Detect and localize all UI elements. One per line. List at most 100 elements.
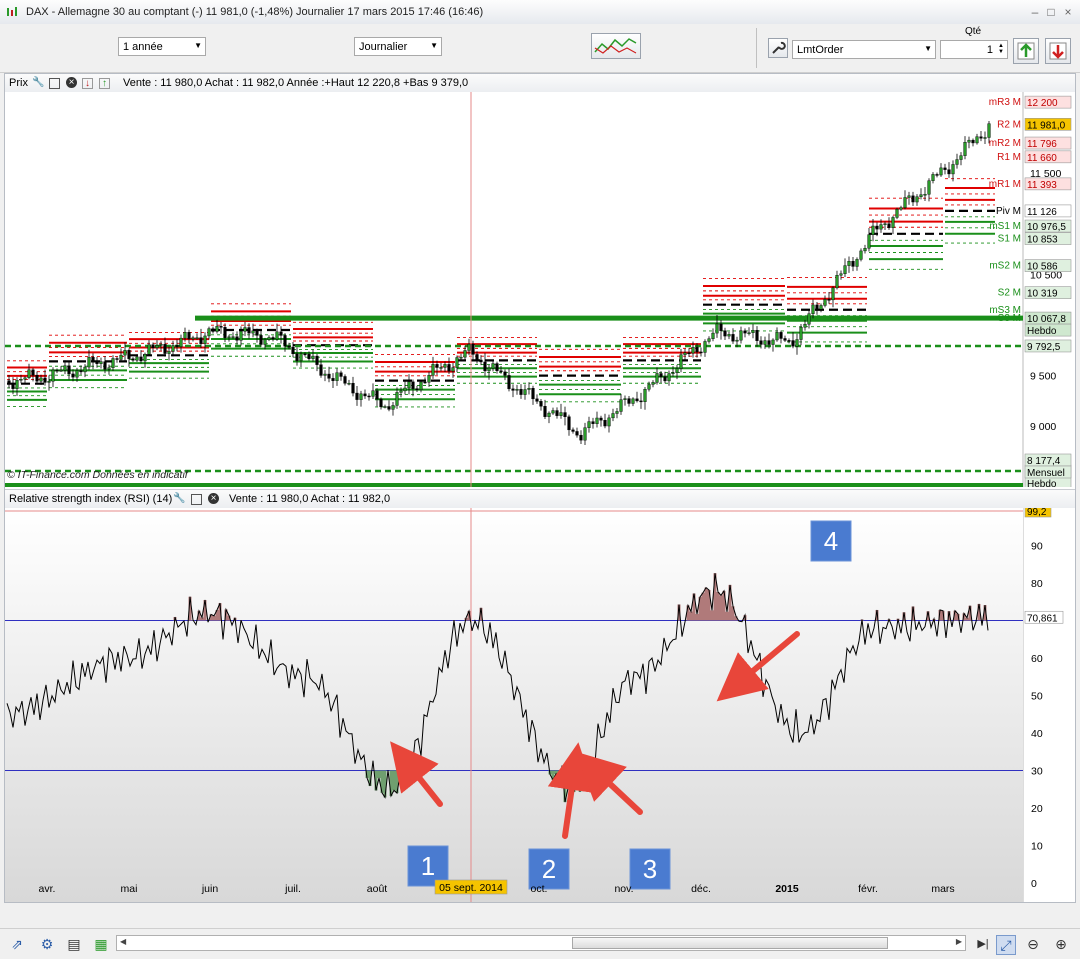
- candle-body: [320, 365, 323, 376]
- candle-body: [896, 209, 899, 217]
- candle-body: [156, 345, 159, 347]
- quantity-stepper[interactable]: 1▲▼: [940, 40, 1008, 59]
- candle-body: [232, 337, 235, 338]
- window-icon[interactable]: [49, 78, 60, 89]
- candle-body: [376, 391, 379, 399]
- candle-body: [912, 196, 915, 202]
- interval-dropdown[interactable]: Journalier▼: [354, 37, 442, 56]
- wrench-icon[interactable]: 🔧: [32, 77, 43, 88]
- time-axis-label: févr.: [858, 883, 878, 895]
- sell-button[interactable]: [1045, 38, 1071, 64]
- candle-body: [604, 420, 607, 426]
- window-title: DAX - Allemagne 30 au comptant (-) 11 98…: [26, 6, 483, 18]
- candle-body: [44, 378, 47, 382]
- price-axis-tick: 9 500: [1030, 371, 1056, 383]
- candle-body: [792, 341, 795, 347]
- candle-body: [480, 360, 483, 362]
- candle-body: [168, 351, 171, 353]
- scroll-right-icon[interactable]: ▶: [956, 937, 962, 946]
- candle-body: [676, 369, 679, 373]
- stepper-icon[interactable]: ▲▼: [998, 43, 1004, 55]
- rsi-axis-tick: 40: [1031, 728, 1043, 740]
- rsi-axis-tick: 0: [1031, 878, 1037, 890]
- candle-body: [316, 356, 319, 365]
- candle-body: [560, 413, 563, 416]
- candle-body: [92, 357, 95, 361]
- grid-icon[interactable]: ▦: [92, 935, 110, 953]
- export-icon[interactable]: ⇗: [8, 935, 26, 953]
- window-icon[interactable]: [191, 494, 202, 505]
- level-name-label: mR1 M: [989, 179, 1021, 190]
- value-box-label: 11 796: [1027, 139, 1057, 150]
- candle-body: [292, 347, 295, 354]
- chart-style-button[interactable]: [591, 33, 641, 59]
- oversold-zone: [393, 771, 396, 791]
- level-name-label: mR3 M: [989, 97, 1021, 108]
- price-value-box: 11 393: [1025, 178, 1071, 191]
- candle-body: [60, 370, 63, 371]
- zoom-out-icon[interactable]: ⊖: [1024, 935, 1042, 953]
- candle-body: [280, 332, 283, 336]
- rsi-chart[interactable]: 9080605040302010099,270,8611234avr.maiju…: [5, 508, 1075, 903]
- buy-arrow-icon: [1014, 39, 1038, 63]
- candle-body: [528, 388, 531, 389]
- candle-body: [324, 374, 327, 375]
- candle-body: [620, 400, 623, 412]
- candle-body: [872, 226, 875, 235]
- order-type-dropdown[interactable]: LmtOrder▼: [792, 40, 936, 59]
- value-box-label: 9 792,5: [1027, 342, 1061, 353]
- candle-body: [724, 331, 727, 336]
- rsi-current-label: 70,861: [1027, 613, 1058, 624]
- gear-icon[interactable]: ⚙: [38, 935, 56, 953]
- rsi-axis-tick: 10: [1031, 841, 1043, 853]
- crosshair-date-label: 05 sept. 2014: [439, 882, 503, 894]
- close-panel-icon[interactable]: ×: [208, 493, 219, 504]
- chart-window[interactable]: Prix 🔧 × ↓ ↑ Vente : 11 980,0 Achat : 11…: [4, 73, 1076, 903]
- scroll-left-icon[interactable]: ◀: [120, 937, 126, 946]
- candle-body: [420, 382, 423, 390]
- wrench-icon[interactable]: 🔧: [173, 493, 184, 504]
- candle-body: [748, 333, 751, 334]
- wrench-icon: [769, 39, 787, 57]
- candle-body: [336, 373, 339, 381]
- minimize-icon[interactable]: –: [1028, 6, 1042, 18]
- time-scrollbar[interactable]: ◀ ▶: [116, 935, 966, 951]
- end-icon[interactable]: ▶|: [974, 935, 992, 953]
- candle-body: [936, 174, 939, 175]
- candle-body: [796, 340, 799, 347]
- price-chart[interactable]: © IT-Finance.com Données en indicatif11 …: [5, 92, 1075, 487]
- order-settings-button[interactable]: [768, 38, 788, 58]
- list-icon[interactable]: ▤: [65, 935, 83, 953]
- move-up-icon[interactable]: ↑: [99, 78, 110, 89]
- level-name-label: S2 M: [998, 288, 1021, 299]
- candle-body: [556, 411, 559, 416]
- maximize-icon[interactable]: □: [1044, 6, 1058, 18]
- candle-body: [972, 140, 975, 143]
- zoom-fit-icon[interactable]: ⤢: [996, 935, 1016, 955]
- price-value-box: 11 981,0: [1025, 118, 1071, 131]
- candle-body: [188, 332, 191, 339]
- candle-body: [948, 170, 951, 174]
- period-dropdown[interactable]: 1 année▼: [118, 37, 206, 56]
- candle-body: [144, 354, 147, 361]
- scroll-thumb[interactable]: [572, 937, 888, 949]
- candle-body: [56, 370, 59, 371]
- buy-button[interactable]: [1013, 38, 1039, 64]
- candle-body: [844, 266, 847, 274]
- candle-body: [308, 354, 311, 359]
- candle-body: [184, 332, 187, 338]
- rsi-panel-header: Relative strength index (RSI) (14) 🔧 × V…: [5, 489, 1075, 509]
- candle-body: [916, 197, 919, 202]
- candle-body: [532, 388, 535, 399]
- value-box-label: 10 976,5: [1027, 222, 1066, 233]
- candle-body: [944, 168, 947, 170]
- candle-body: [100, 362, 103, 364]
- close-panel-icon[interactable]: ×: [66, 77, 77, 88]
- move-down-icon[interactable]: ↓: [82, 78, 93, 89]
- value-box-label: Hebdo: [1027, 326, 1057, 337]
- zoom-in-icon[interactable]: ⊕: [1052, 935, 1070, 953]
- candle-body: [340, 373, 343, 377]
- candle-body: [344, 376, 347, 383]
- candle-body: [736, 340, 739, 341]
- close-icon[interactable]: ×: [1061, 6, 1075, 18]
